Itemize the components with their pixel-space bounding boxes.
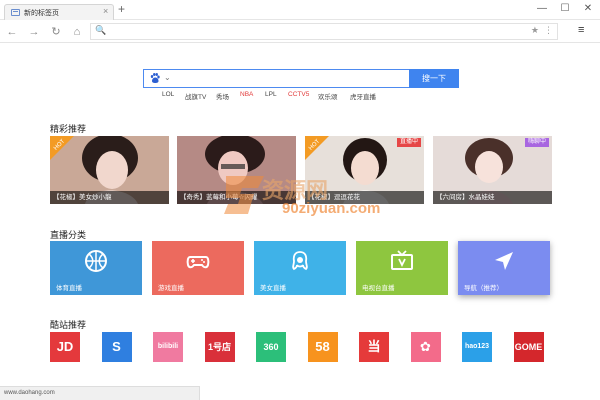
bilibili-logo[interactable]: bilibili bbox=[153, 332, 183, 362]
search-icon: 🔍 bbox=[95, 25, 107, 35]
hot-keyword-link[interactable]: NBA bbox=[240, 91, 253, 98]
hot-keyword-link[interactable]: 欢乐颂 bbox=[318, 91, 338, 101]
minimize-button[interactable]: — bbox=[532, 2, 552, 16]
hot-keyword-link[interactable]: LPL bbox=[265, 91, 277, 98]
hot-keyword-link[interactable]: 秀场 bbox=[216, 91, 229, 101]
search-caret-icon: ⌄ bbox=[164, 73, 171, 82]
site-logo-text: 360 bbox=[263, 342, 279, 352]
navigation-bar: ← → ↻ ⌂ 🔍 ★ ⋮ ≡ bbox=[0, 21, 600, 43]
gome-logo[interactable]: GOME bbox=[513, 332, 544, 362]
address-bar[interactable]: 🔍 ★ ⋮ bbox=[90, 23, 558, 40]
basketball-icon bbox=[85, 250, 107, 272]
search-button[interactable]: 搜一下 bbox=[409, 69, 459, 88]
category-tile-sports[interactable]: 体育直播 bbox=[50, 241, 142, 295]
site-logo-text: ✿ bbox=[420, 339, 431, 354]
gamepad-icon bbox=[186, 256, 210, 269]
search-input[interactable]: ⌄ bbox=[143, 69, 410, 88]
watermark-url: 90ziyuan.com bbox=[282, 200, 381, 217]
category-label: 导航（推荐） bbox=[464, 285, 503, 292]
status-badge: 直播中 bbox=[396, 138, 421, 147]
page-favicon-icon bbox=[11, 9, 20, 16]
category-label: 电视台直播 bbox=[362, 285, 395, 292]
category-tile-navigation[interactable]: 导航（推荐） bbox=[458, 241, 550, 295]
category-tile-tv[interactable]: 电视台直播 bbox=[356, 241, 448, 295]
categories-section-title: 直播分类 bbox=[50, 230, 87, 240]
hot-keyword-link[interactable]: 战旗TV bbox=[185, 91, 206, 101]
site-logo-text: bilibili bbox=[157, 343, 179, 350]
address-menu-icon[interactable]: ⋮ bbox=[544, 25, 553, 36]
featured-card[interactable]: 嗨聊中 【六间房】水晶娃娃 bbox=[433, 136, 552, 204]
home-icon[interactable]: ⌂ bbox=[69, 24, 85, 40]
category-label: 美女直播 bbox=[260, 285, 286, 292]
forward-icon[interactable]: → bbox=[26, 24, 42, 40]
sites-section-title: 酷站推荐 bbox=[50, 320, 87, 330]
360-logo[interactable]: 360 bbox=[256, 332, 286, 362]
category-label: 游戏直播 bbox=[158, 285, 184, 292]
category-tile-beauty[interactable]: 美女直播 bbox=[254, 241, 346, 295]
site-logo-text: hao123 bbox=[464, 343, 490, 350]
title-bar: 新的标签页 × + — ☐ ✕ bbox=[0, 0, 600, 20]
baidu-paw-icon bbox=[150, 73, 160, 83]
category-label: 体育直播 bbox=[56, 285, 82, 292]
hot-keyword-link[interactable]: 虎牙直播 bbox=[350, 91, 376, 101]
tab-close-icon[interactable]: × bbox=[103, 6, 108, 16]
jd-logo[interactable]: JD bbox=[50, 332, 80, 362]
status-badge: 嗨聊中 bbox=[524, 138, 549, 147]
flower-logo[interactable]: ✿ bbox=[410, 332, 441, 362]
woman-icon bbox=[292, 251, 308, 271]
navigation-arrow-icon bbox=[495, 252, 513, 270]
58-logo[interactable]: 58 bbox=[307, 332, 338, 362]
meituan-logo[interactable]: 当 bbox=[359, 332, 389, 362]
tab-title: 新的标签页 bbox=[24, 10, 59, 17]
1hao-logo[interactable]: 1号店 bbox=[204, 332, 235, 362]
browser-tab[interactable]: 新的标签页 × bbox=[4, 4, 114, 20]
reload-icon[interactable]: ↻ bbox=[48, 24, 64, 40]
site-logo-text: GOME bbox=[514, 342, 543, 352]
category-tile-games[interactable]: 游戏直播 bbox=[152, 241, 244, 295]
site-logo-text: S bbox=[112, 339, 121, 354]
tv-icon bbox=[391, 250, 413, 270]
hot-ribbon-icon: HOT bbox=[305, 136, 329, 160]
new-tab-button[interactable]: + bbox=[118, 3, 125, 15]
maximize-button[interactable]: ☐ bbox=[555, 2, 575, 16]
sogou-logo[interactable]: S bbox=[101, 332, 132, 362]
browser-menu-icon[interactable]: ≡ bbox=[578, 24, 584, 36]
close-window-button[interactable]: ✕ bbox=[578, 2, 598, 16]
back-icon[interactable]: ← bbox=[4, 24, 20, 40]
featured-section-title: 精彩推荐 bbox=[50, 124, 87, 134]
card-caption: 【花椒】美女炒小龍 bbox=[50, 191, 169, 204]
site-logo-text: 1号店 bbox=[207, 342, 231, 352]
hot-ribbon-icon: HOT bbox=[50, 136, 74, 160]
hot-keyword-link[interactable]: LOL bbox=[162, 91, 174, 98]
site-logo-text: 58 bbox=[315, 339, 330, 354]
hot-keyword-link[interactable]: CCTV5 bbox=[288, 91, 309, 98]
featured-card[interactable]: HOT 【花椒】美女炒小龍 bbox=[50, 136, 169, 204]
site-logo-text: 当 bbox=[367, 339, 381, 354]
site-logo-text: JD bbox=[56, 339, 74, 354]
hao123-logo[interactable]: hao123 bbox=[462, 332, 492, 362]
status-bar: www.daohang.com bbox=[0, 386, 200, 400]
bookmark-star-icon[interactable]: ★ bbox=[531, 25, 539, 36]
card-caption: 【六间房】水晶娃娃 bbox=[433, 191, 552, 204]
